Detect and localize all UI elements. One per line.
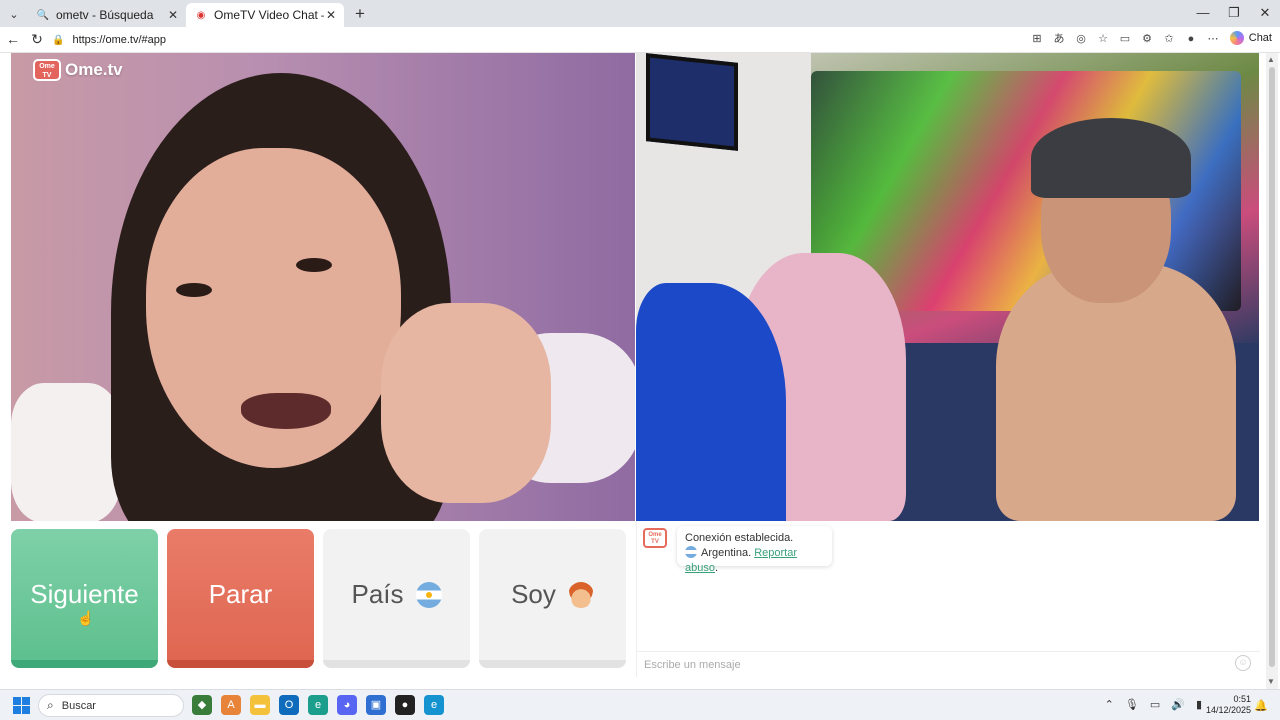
- camera-icon[interactable]: ▭: [1118, 31, 1132, 47]
- edge-dev-icon[interactable]: e: [308, 695, 328, 715]
- tab-title: OmeTV Video Chat — Omegle: [214, 8, 324, 22]
- tab-ometv-search[interactable]: 🔍 ometv - Búsqueda ✕: [28, 3, 186, 27]
- page-scrollbar[interactable]: ▲ ▼: [1266, 53, 1278, 689]
- start-menu-icon[interactable]: [13, 697, 30, 714]
- next-button[interactable]: Siguiente: [11, 529, 158, 668]
- stop-button[interactable]: Parar: [167, 529, 314, 668]
- stranger-country: Argentina.: [701, 547, 752, 559]
- scroll-down-icon[interactable]: ▼: [1267, 677, 1275, 686]
- microphone-icon[interactable]: 🎙: [1125, 698, 1139, 711]
- game-app-icon[interactable]: ◆: [192, 695, 212, 715]
- toolbar-icons: ⊞ あ ◎ ☆ ▭ ⚙ ✩ ● ⋯: [1030, 31, 1220, 47]
- taskbar-clock[interactable]: 0:51 14/12/2025: [1206, 694, 1251, 716]
- store-icon[interactable]: ▣: [366, 695, 386, 715]
- obs-recording-icon[interactable]: ●: [395, 695, 415, 715]
- boy-emoji-icon: [567, 581, 594, 608]
- tab-title: ometv - Búsqueda: [56, 8, 154, 22]
- clock-date: 14/12/2025: [1205, 705, 1251, 715]
- local-video: Ome TV Ome.tv: [11, 53, 635, 521]
- country-filter-button[interactable]: País: [323, 529, 470, 668]
- ometv-logo-badge: Ome TV: [33, 59, 61, 81]
- volume-icon[interactable]: 🔊: [1171, 698, 1185, 711]
- video-scene-hand: [381, 303, 551, 503]
- more-options-icon[interactable]: ⋯: [1206, 31, 1220, 47]
- site-info-icon[interactable]: 🔒: [52, 35, 64, 46]
- edge-browser-icon[interactable]: e: [424, 695, 444, 715]
- copilot-icon: [1229, 31, 1244, 45]
- tracking-icon[interactable]: ◎: [1074, 31, 1088, 47]
- system-tray: ⌃ 🎙 ▭ 🔊 ▮: [1105, 698, 1202, 711]
- url-text: https://ome.tv/#app: [72, 34, 167, 46]
- favorite-star-icon[interactable]: ☆: [1096, 31, 1110, 47]
- message-input[interactable]: Escribe un mensaje: [637, 651, 1260, 677]
- back-icon[interactable]: ←: [4, 31, 22, 47]
- country-button-label: País: [351, 579, 404, 609]
- close-tab-icon[interactable]: ✕: [324, 8, 338, 22]
- copilot-chat-button[interactable]: Chat: [1229, 31, 1272, 45]
- stop-button-label: Parar: [208, 579, 273, 609]
- tab-ometv-video-chat[interactable]: ◉ OmeTV Video Chat — Omegle ✕: [186, 3, 344, 27]
- pinned-apps: ◆ A ▬ O e ◕ ▣ ● e: [192, 695, 444, 715]
- emoji-icon[interactable]: ☺: [1235, 655, 1251, 671]
- gender-button-label: Soy: [511, 579, 556, 609]
- network-icon[interactable]: ▭: [1150, 698, 1160, 711]
- tab-strip: ⌄ 🔍 ometv - Búsqueda ✕ ◉ OmeTV Video Cha…: [0, 0, 1280, 27]
- tab-actions-menu-icon[interactable]: ⌄: [4, 4, 24, 24]
- url-input[interactable]: 🔒 https://ome.tv/#app: [52, 29, 1132, 51]
- connection-status: Conexión establecida.: [685, 532, 794, 544]
- app-available-icon[interactable]: ⊞: [1030, 31, 1044, 47]
- video-scene-shirt: [11, 383, 121, 521]
- extensions-icon[interactable]: ⚙: [1140, 31, 1154, 47]
- refresh-icon[interactable]: ↻: [28, 31, 46, 48]
- favorites-icon[interactable]: ✩: [1162, 31, 1176, 47]
- chat-label: Chat: [1248, 32, 1272, 44]
- record-icon: ◉: [196, 9, 206, 21]
- ometv-system-avatar: Ome TV: [643, 528, 667, 548]
- video-scene-jersey: [636, 283, 786, 521]
- next-button-label: Siguiente: [30, 579, 139, 609]
- hand-cursor-icon: ☝: [77, 610, 95, 626]
- system-message: Conexión establecida. Argentina. Reporta…: [677, 526, 832, 574]
- windows-taskbar: ⌕ Buscar ◆ A ▬ O e ◕ ▣ ● e ⌃ 🎙 ▭ 🔊 ▮ 0:5…: [0, 689, 1280, 720]
- scrollbar-thumb[interactable]: [1269, 67, 1275, 667]
- clock-time: 0:51: [1233, 694, 1251, 704]
- stranger-video: [636, 53, 1259, 521]
- profile-avatar-icon[interactable]: ●: [1184, 31, 1198, 47]
- file-explorer-icon[interactable]: ▬: [250, 695, 270, 715]
- ometv-wordmark: Ome.tv: [65, 60, 123, 79]
- gender-select-button[interactable]: Soy: [479, 529, 626, 668]
- chat-panel: Ome TV Conexión establecida. Argentina. …: [636, 521, 1260, 677]
- taskbar-search-placeholder: Buscar: [61, 699, 96, 712]
- page-viewport: Ome TV Ome.tv Siguiente Parar País Soy ☝…: [0, 53, 1280, 689]
- close-tab-icon[interactable]: ✕: [166, 8, 180, 22]
- video-scene-eye: [176, 283, 212, 297]
- search-icon: 🔍: [36, 9, 50, 21]
- illustrator-app-icon[interactable]: A: [221, 695, 241, 715]
- argentina-flag-icon: [685, 546, 697, 558]
- outlook-icon[interactable]: O: [279, 695, 299, 715]
- argentina-flag-icon: [415, 581, 442, 608]
- new-tab-icon[interactable]: +: [350, 4, 370, 24]
- search-icon: ⌕: [47, 698, 54, 712]
- stranger-country-line: Argentina. Reportar abuso.: [685, 546, 824, 576]
- discord-icon[interactable]: ◕: [337, 695, 357, 715]
- video-scene-tv: [646, 53, 738, 151]
- taskbar-search-input[interactable]: ⌕ Buscar: [38, 694, 184, 717]
- address-bar: ← ↻ 🔒 https://ome.tv/#app ⊞ あ ◎ ☆ ▭ ⚙ ✩ …: [0, 27, 1280, 53]
- restore-icon[interactable]: ❐: [1219, 5, 1249, 21]
- report-suffix: .: [714, 562, 719, 574]
- scroll-up-icon[interactable]: ▲: [1267, 55, 1275, 64]
- ometv-logo[interactable]: Ome TV Ome.tv: [33, 59, 123, 81]
- video-scene-mouth: [241, 393, 331, 429]
- translate-icon[interactable]: あ: [1052, 31, 1066, 47]
- video-scene-cap: [1031, 118, 1191, 198]
- close-window-icon[interactable]: ✕: [1250, 5, 1280, 21]
- minimize-icon[interactable]: —: [1188, 5, 1218, 20]
- battery-icon[interactable]: ▮: [1196, 698, 1202, 711]
- video-scene-eye: [296, 258, 332, 272]
- notification-bell-icon[interactable]: 🔔: [1254, 699, 1268, 712]
- show-hidden-icons-icon[interactable]: ⌃: [1105, 698, 1114, 711]
